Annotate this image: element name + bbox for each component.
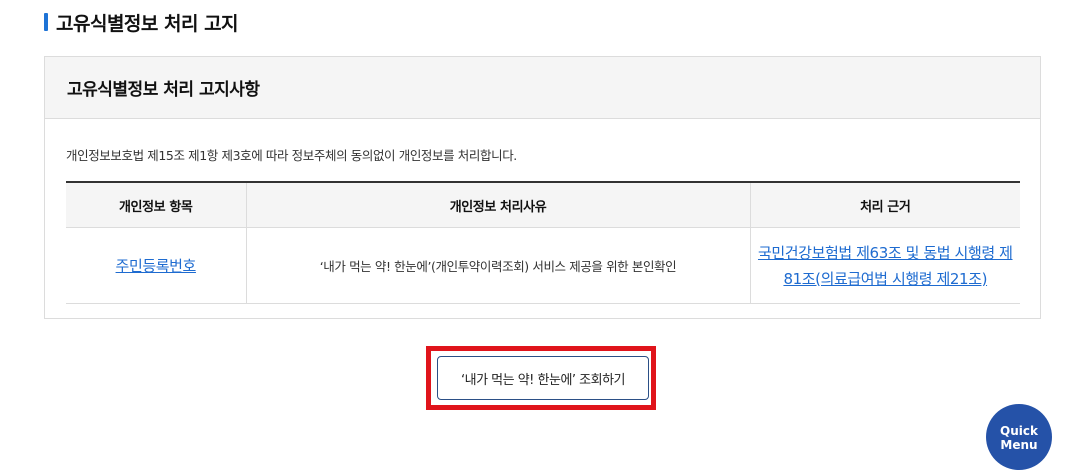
cell-basis: 국민건강보험법 제63조 및 동법 시행령 제81조(의료급여법 시행령 제21… — [749, 227, 1020, 304]
query-button[interactable]: ‘내가 먹는 약! 한눈에’ 조회하기 — [437, 356, 649, 400]
menu-label: Menu — [1000, 438, 1038, 452]
panel-header: 고유식별정보 처리 고지사항 — [45, 57, 1040, 119]
notice-panel: 고유식별정보 처리 고지사항 개인정보보호법 제15조 제1항 제3호에 따라 … — [44, 56, 1041, 319]
heading-accent-bar — [44, 13, 48, 31]
panel-title: 고유식별정보 처리 고지사항 — [67, 80, 260, 100]
cell-reason: ‘내가 먹는 약! 한눈에’(개인투약이력조회) 서비스 제공을 위한 본인확인 — [245, 227, 750, 304]
resident-number-link[interactable]: 주민등록번호 — [116, 257, 197, 275]
info-table: 개인정보 항목 개인정보 처리사유 처리 근거 주민등록번호 ‘내가 먹는 약!… — [66, 181, 1020, 304]
panel-description: 개인정보보호법 제15조 제1항 제3호에 따라 정보주체의 동의없이 개인정보… — [66, 148, 517, 163]
cell-item: 주민등록번호 — [66, 227, 246, 304]
legal-basis-link[interactable]: 국민건강보험법 제63조 및 동법 시행령 제81조(의료급여법 시행령 제21… — [752, 240, 1020, 292]
table-header-row: 개인정보 항목 개인정보 처리사유 처리 근거 — [66, 181, 1020, 228]
table-row: 주민등록번호 ‘내가 먹는 약! 한눈에’(개인투약이력조회) 서비스 제공을 … — [66, 227, 1020, 304]
section-heading: 고유식별정보 처리 고지 — [44, 9, 239, 35]
quick-menu-button[interactable]: Quick Menu — [986, 404, 1052, 470]
section-title: 고유식별정보 처리 고지 — [56, 12, 239, 35]
header-item: 개인정보 항목 — [66, 181, 246, 228]
header-basis: 처리 근거 — [749, 181, 1020, 228]
quick-label: Quick — [1000, 424, 1038, 438]
header-reason: 개인정보 처리사유 — [245, 181, 750, 228]
